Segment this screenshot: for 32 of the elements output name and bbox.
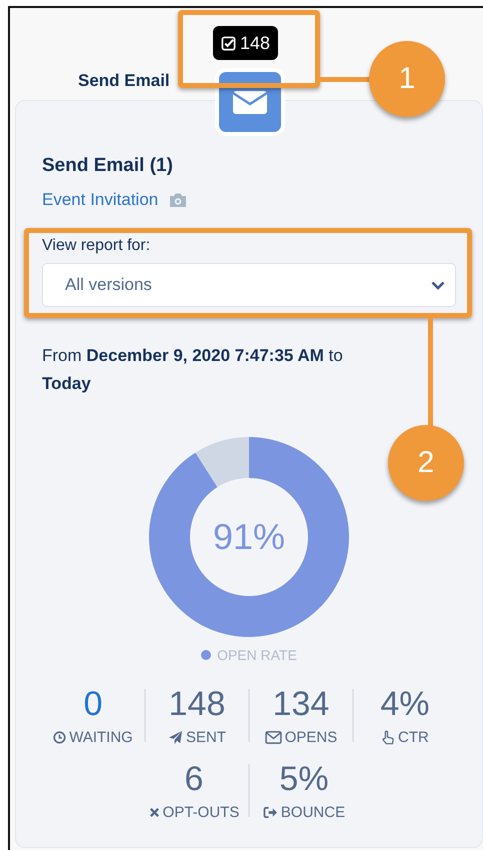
donut-percentage: 91% (212, 516, 286, 558)
legend-label: OPEN RATE (217, 647, 297, 663)
stat-value: 134 (272, 685, 330, 723)
stat-value: 5% (279, 760, 329, 798)
chevron-down-icon (431, 280, 445, 290)
stat-label: BOUNCE (280, 804, 346, 821)
stat-label: OPT-OUTS (162, 804, 240, 821)
email-link[interactable]: Event Invitation (42, 190, 158, 210)
stat-value: 6 (184, 760, 204, 798)
camera-icon (168, 192, 188, 208)
stat-value: 148 (168, 685, 226, 723)
date-range-text: From December 9, 2020 7:47:35 AM to Today (42, 345, 344, 395)
card-title: Send Email (1) (42, 155, 174, 177)
stat-label: CTR (398, 729, 429, 746)
exit-arrow-icon (262, 806, 278, 819)
background-heading: Send Email (78, 71, 170, 91)
paper-plane-icon (168, 730, 183, 745)
tooltip-count: 148 (240, 32, 270, 54)
clock-icon (53, 731, 66, 744)
x-icon (148, 807, 160, 818)
stat-value: 0 (84, 685, 102, 723)
callout-badge: 1 (369, 41, 445, 117)
pointing-hand-icon (381, 730, 396, 746)
stat-value: 4% (380, 685, 430, 723)
report-label: View report for: (42, 237, 152, 255)
version-dropdown[interactable]: All versions (42, 263, 456, 307)
stat-label: OPENS (284, 729, 338, 746)
checkbox-icon (221, 36, 236, 50)
envelope-icon (264, 731, 282, 744)
legend-dot (201, 650, 212, 660)
stat-label: WAITING (69, 729, 133, 746)
stat-label: SENT (186, 729, 226, 746)
